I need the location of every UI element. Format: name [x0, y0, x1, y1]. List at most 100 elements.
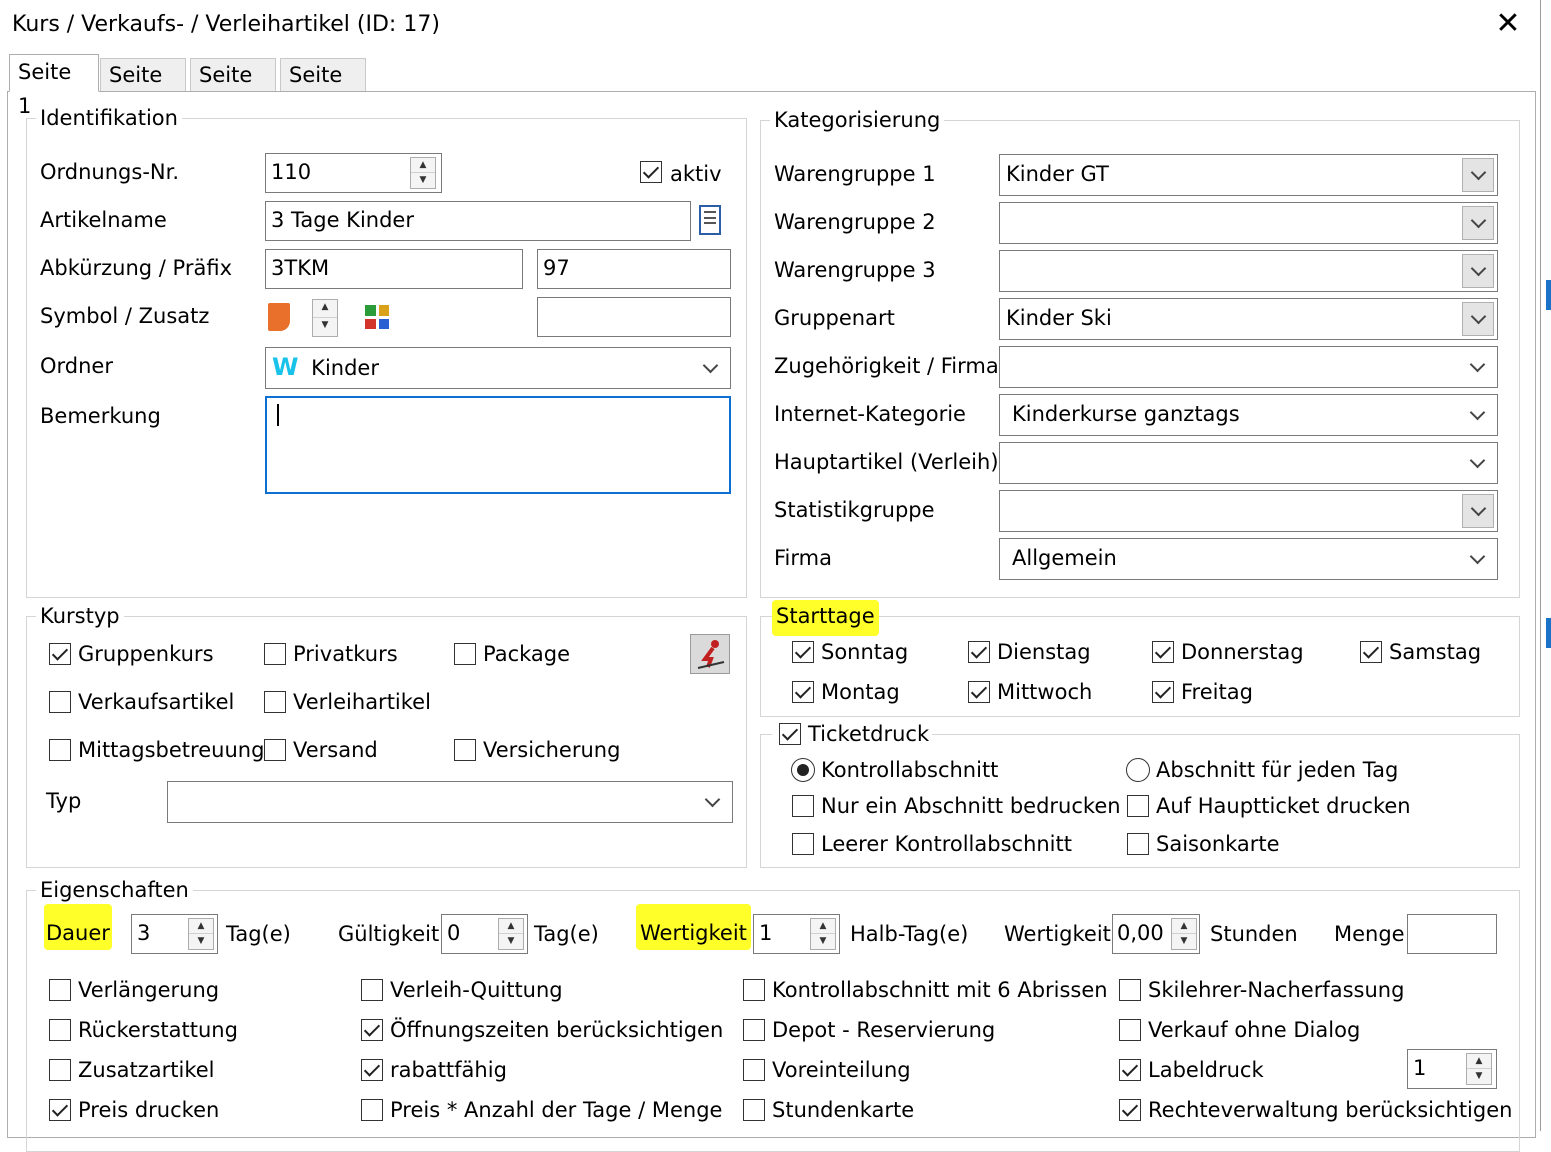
mittwoch-checkbox[interactable] [968, 681, 990, 703]
spin-up-icon[interactable]: ▲ [1467, 1054, 1491, 1069]
wertigkeit-halbtag-spinner[interactable]: ▲ ▼ [810, 918, 836, 950]
gruppenart-select[interactable]: Kinder Ski [999, 298, 1498, 340]
dropdown-button[interactable] [1462, 302, 1494, 336]
preis-drucken-checkbox[interactable] [49, 1099, 71, 1121]
spin-up-icon[interactable]: ▲ [499, 919, 523, 934]
verlaengerung-label: Verlängerung [78, 978, 220, 1002]
dauer-spinner[interactable]: ▲ ▼ [188, 918, 214, 950]
spin-up-icon[interactable]: ▲ [811, 919, 835, 934]
montag-checkbox[interactable] [792, 681, 814, 703]
verleih-quittung-label: Verleih-Quittung [390, 978, 563, 1002]
identifikation-legend: Identifikation [36, 105, 182, 131]
dropdown-button[interactable] [1462, 494, 1494, 528]
auf-hauptticket-checkbox[interactable] [1127, 795, 1149, 817]
symbol-icon[interactable] [268, 303, 290, 331]
rabattfaehig-checkbox[interactable] [361, 1059, 383, 1081]
verleih-quittung-checkbox[interactable] [361, 979, 383, 1001]
versicherung-checkbox[interactable] [454, 739, 476, 761]
spin-down-icon[interactable]: ▼ [189, 934, 213, 949]
mittagsbetreuung-checkbox[interactable] [49, 739, 71, 761]
rechteverwaltung-checkbox[interactable] [1119, 1099, 1141, 1121]
skilehrer-nacherfassung-checkbox[interactable] [1119, 979, 1141, 1001]
typ-select[interactable] [167, 781, 733, 823]
privatkurs-checkbox[interactable] [264, 643, 286, 665]
color-picker-icon[interactable] [365, 305, 389, 329]
spin-down-icon[interactable]: ▼ [1172, 934, 1196, 949]
saisonkarte-checkbox[interactable] [1127, 833, 1149, 855]
verkauf-ohne-dialog-checkbox[interactable] [1119, 1019, 1141, 1041]
hauptartikel-select[interactable] [999, 442, 1498, 484]
ordner-value: Kinder [311, 356, 379, 380]
gruppenkurs-checkbox[interactable] [49, 643, 71, 665]
leerer-kontrollabschnitt-checkbox[interactable] [792, 833, 814, 855]
oeffnungszeiten-checkbox[interactable] [361, 1019, 383, 1041]
spin-up-icon[interactable]: ▲ [411, 158, 435, 173]
labeldruck-checkbox[interactable] [1119, 1059, 1141, 1081]
labeldruck-spinner[interactable]: ▲ ▼ [1466, 1053, 1492, 1085]
spin-down-icon[interactable]: ▼ [411, 173, 435, 188]
verlaengerung-checkbox[interactable] [49, 979, 71, 1001]
rueckerstattung-checkbox[interactable] [49, 1019, 71, 1041]
dropdown-button[interactable] [1462, 158, 1494, 192]
gueltigkeit-spinner[interactable]: ▲ ▼ [498, 918, 524, 950]
dienstag-checkbox[interactable] [968, 641, 990, 663]
spin-up-icon[interactable]: ▲ [313, 300, 337, 318]
chevron-down-icon [702, 357, 719, 374]
samstag-checkbox[interactable] [1360, 641, 1382, 663]
spin-up-icon[interactable]: ▲ [189, 919, 213, 934]
firma-select[interactable]: Allgemein [999, 538, 1498, 580]
aktiv-checkbox[interactable] [640, 161, 662, 183]
praefix-input[interactable]: 97 [537, 249, 731, 289]
nur-ein-abschnitt-checkbox[interactable] [792, 795, 814, 817]
freitag-checkbox[interactable] [1152, 681, 1174, 703]
spin-down-icon[interactable]: ▼ [499, 934, 523, 949]
verleihartikel-checkbox[interactable] [264, 691, 286, 713]
sonntag-checkbox[interactable] [792, 641, 814, 663]
dropdown-button[interactable] [1462, 206, 1494, 240]
wertigkeit-halbtag-label: Wertigkeit [636, 904, 751, 950]
symbol-spinner[interactable]: ▲ ▼ [312, 299, 338, 337]
depot-reservierung-checkbox[interactable] [743, 1019, 765, 1041]
abschnitt-jeden-tag-radio[interactable] [1126, 758, 1150, 782]
versand-checkbox[interactable] [264, 739, 286, 761]
warengruppe-1-select[interactable]: Kinder GT [999, 154, 1498, 196]
spin-down-icon[interactable]: ▼ [1467, 1069, 1491, 1084]
donnerstag-checkbox[interactable] [1152, 641, 1174, 663]
ordner-select[interactable]: W Kinder [265, 347, 731, 389]
tab-seite-3[interactable]: Seite 3 [190, 58, 276, 119]
kontrollabschnitt-6-abrisse-checkbox[interactable] [743, 979, 765, 1001]
tab-seite-4[interactable]: Seite 4 [280, 58, 366, 119]
zusatzartikel-checkbox[interactable] [49, 1059, 71, 1081]
spin-up-icon[interactable]: ▲ [1172, 919, 1196, 934]
wertigkeit-stunden-spinner[interactable]: ▲ ▼ [1171, 918, 1197, 950]
skier-icon[interactable] [690, 634, 730, 674]
preis-anzahl-tage-checkbox[interactable] [361, 1099, 383, 1121]
artikelname-input[interactable]: 3 Tage Kinder [265, 201, 691, 241]
internet-kategorie-select[interactable]: Kinderkurse ganztags [999, 394, 1498, 436]
tab-seite-2[interactable]: Seite 2 [100, 58, 186, 119]
translation-icon[interactable] [699, 205, 721, 235]
spin-down-icon[interactable]: ▼ [313, 318, 337, 336]
close-icon[interactable]: ✕ [1490, 6, 1526, 42]
menge-input[interactable] [1407, 914, 1497, 954]
zugehoerigkeit-select[interactable] [999, 346, 1498, 388]
package-checkbox[interactable] [454, 643, 476, 665]
statistikgruppe-label: Statistikgruppe [774, 498, 935, 522]
chevron-down-icon [1469, 452, 1486, 469]
ordnungs-nr-spinner[interactable]: ▲ ▼ [410, 157, 436, 189]
voreinteilung-checkbox[interactable] [743, 1059, 765, 1081]
warengruppe-3-select[interactable] [999, 250, 1498, 292]
verkaufsartikel-checkbox[interactable] [49, 691, 71, 713]
ticketdruck-checkbox[interactable] [779, 723, 801, 745]
warengruppe-2-select[interactable] [999, 202, 1498, 244]
chevron-down-icon [1470, 308, 1487, 325]
spin-down-icon[interactable]: ▼ [811, 934, 835, 949]
dropdown-button[interactable] [1462, 254, 1494, 288]
tab-seite-1[interactable]: Seite 1 [9, 54, 99, 118]
statistikgruppe-select[interactable] [999, 490, 1498, 532]
stundenkarte-checkbox[interactable] [743, 1099, 765, 1121]
abkuerzung-input[interactable]: 3TKM [265, 249, 523, 289]
kontrollabschnitt-radio[interactable] [791, 758, 815, 782]
bemerkung-textarea[interactable] [265, 396, 731, 494]
zusatz-input[interactable] [537, 297, 731, 337]
